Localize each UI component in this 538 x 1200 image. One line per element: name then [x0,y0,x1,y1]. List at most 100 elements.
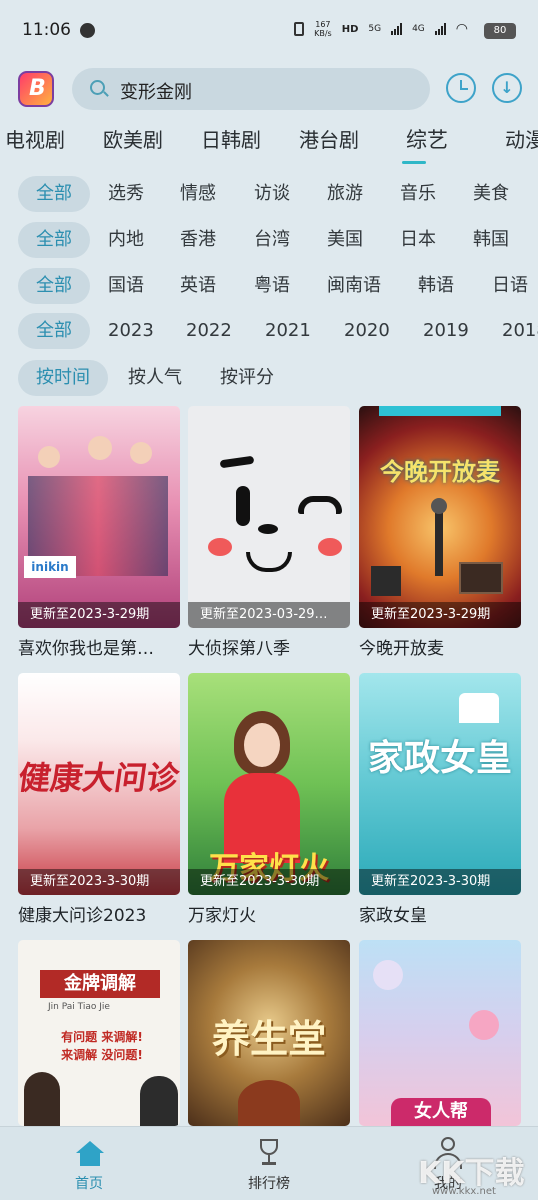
signal-4g-icon [434,23,446,35]
show-title[interactable]: 万家灯火 [188,901,350,925]
history-icon[interactable] [446,73,476,103]
notification-icon [80,23,95,38]
filter-row-region: 全部 内地 香港 台湾 美国 日本 韩国 [18,222,538,258]
filter-chip[interactable]: 2019 [423,313,469,349]
filter-chip[interactable]: 国语 [108,268,144,304]
tab-anime[interactable]: 动漫 [476,124,538,158]
show-poster[interactable]: 更新至2023-03-29… [188,406,350,628]
filter-language-all[interactable]: 全部 [18,268,90,304]
show-title[interactable]: 今晚开放麦 [359,634,521,658]
filter-chip[interactable]: 韩国 [473,222,509,258]
tab-jpkr[interactable]: 日韩剧 [182,124,280,158]
update-badge: 更新至2023-3-30期 [18,869,180,895]
filter-chip[interactable]: 日本 [400,222,436,258]
show-poster[interactable]: 女人帮 [359,940,521,1126]
filter-chip[interactable]: 韩语 [418,268,454,304]
filter-chip[interactable]: 2021 [265,313,311,349]
tab-western[interactable]: 欧美剧 [84,124,182,158]
filter-row-type: 全部 选秀 情感 访谈 旅游 音乐 美食 [18,176,538,212]
show-poster[interactable]: 万家灯火 更新至2023-3-30期 [188,673,350,895]
filter-chip[interactable]: 美国 [327,222,363,258]
filter-chip[interactable]: 美食 [473,176,509,212]
show-art-title: 金牌调解 [40,970,160,998]
show-art-title: 今晚开放麦 [380,458,500,486]
filter-chip[interactable]: 2020 [344,313,390,349]
active-tab-indicator [402,161,426,164]
hd-icon: HD [341,23,359,35]
filter-region-all[interactable]: 全部 [18,222,90,258]
show-title[interactable]: 喜欢你我也是第… [18,634,180,658]
sort-by-time[interactable]: 按时间 [18,360,108,396]
wifi-icon: ◠ [455,21,468,37]
status-bar: 11:06 167 KB/s HD 5G 4G ◠ 80 [0,0,538,60]
show-art-slogan: 有问题 来调解! 来调解 没问题! [61,1030,143,1062]
network-speed: 167 KB/s [314,20,332,38]
update-badge: 更新至2023-3-30期 [188,869,350,895]
vibrate-icon [294,22,305,36]
nav-ranking[interactable]: 排行榜 [209,1127,329,1200]
show-art-pinyin: Jin Pai Tiao Jie [48,1002,110,1012]
battery-icon: 80 [484,23,516,39]
download-icon[interactable]: ↓ [492,73,522,103]
update-badge: 更新至2023-3-29期 [359,602,521,628]
show-title[interactable]: 家政女皇 [359,901,521,925]
filter-chip[interactable]: 选秀 [108,176,144,212]
show-poster[interactable]: inikin 更新至2023-3-29期 [18,406,180,628]
inikin-logo: inikin [24,556,76,578]
show-poster[interactable]: 家政女皇 更新至2023-3-30期 [359,673,521,895]
filter-year-all[interactable]: 全部 [18,313,90,349]
tab-hktw[interactable]: 港台剧 [280,124,378,158]
filter-chip[interactable]: 内地 [108,222,144,258]
home-icon [76,1141,104,1167]
filter-chip[interactable]: 旅游 [327,176,363,212]
status-time: 11:06 [22,20,71,40]
filter-chip[interactable]: 2018 [502,313,538,349]
sort-by-rating[interactable]: 按评分 [220,360,274,396]
filter-chip[interactable]: 2022 [186,313,232,349]
show-title[interactable]: 大侦探第八季 [188,634,350,658]
filter-chip[interactable]: 访谈 [254,176,290,212]
show-poster[interactable]: 养生堂 [188,940,350,1126]
search-query: 变形金刚 [120,82,192,103]
sort-row: 按时间 按人气 按评分 [18,360,538,396]
filter-chip[interactable]: 香港 [180,222,216,258]
nav-ranking-label: 排行榜 [248,1176,290,1192]
show-poster[interactable]: 金牌调解 Jin Pai Tiao Jie 有问题 来调解! 来调解 没问题! [18,940,180,1126]
status-icons: 167 KB/s HD 5G 4G ◠ [294,20,468,38]
show-art-title: 家政女皇 [367,738,512,779]
update-badge: 更新至2023-3-29期 [18,602,180,628]
filter-row-year: 全部 2023 2022 2021 2020 2019 2018 [18,313,538,349]
filter-chip[interactable]: 台湾 [254,222,290,258]
show-title[interactable]: 健康大问诊2023 [18,901,180,925]
tab-tv[interactable]: 电视剧 [0,124,84,158]
show-art-title: 养生堂 [211,1017,326,1061]
net-5g-label: 5G [368,24,382,34]
filter-chip[interactable]: 日语 [492,268,528,304]
filter-chip[interactable]: 音乐 [400,176,436,212]
tab-variety[interactable]: 综艺 [378,124,476,158]
filter-type-all[interactable]: 全部 [18,176,90,212]
app-logo[interactable]: B [18,71,54,107]
filter-chip[interactable]: 2023 [108,313,154,349]
filter-chip[interactable]: 粤语 [254,268,290,304]
update-badge: 更新至2023-3-30期 [359,869,521,895]
show-art-title: 女人帮 [391,1098,491,1126]
show-poster[interactable]: 今晚开放麦 更新至2023-3-29期 [359,406,521,628]
search-icon [90,80,105,95]
search-input[interactable]: 变形金刚 [72,68,430,110]
category-tabs: 电视剧 欧美剧 日韩剧 港台剧 综艺 动漫 [0,124,538,158]
filter-chip[interactable]: 英语 [180,268,216,304]
show-art-title: 健康大问诊 [18,759,180,797]
watermark-url: www.kkx.net [432,1186,496,1197]
signal-5g-icon [391,23,403,35]
app-logo-mark: B [29,76,46,101]
filter-chip[interactable]: 闽南语 [327,268,381,304]
net-4g-label: 4G [412,24,425,34]
show-poster[interactable]: 健康大问诊 更新至2023-3-30期 [18,673,180,895]
filter-chip[interactable]: 情感 [180,176,216,212]
filter-row-language: 全部 国语 英语 粤语 闽南语 韩语 日语 [18,268,538,304]
trophy-icon [257,1139,281,1169]
nav-home[interactable]: 首页 [29,1127,149,1200]
sort-by-popularity[interactable]: 按人气 [128,360,182,396]
update-badge: 更新至2023-03-29… [188,602,350,628]
